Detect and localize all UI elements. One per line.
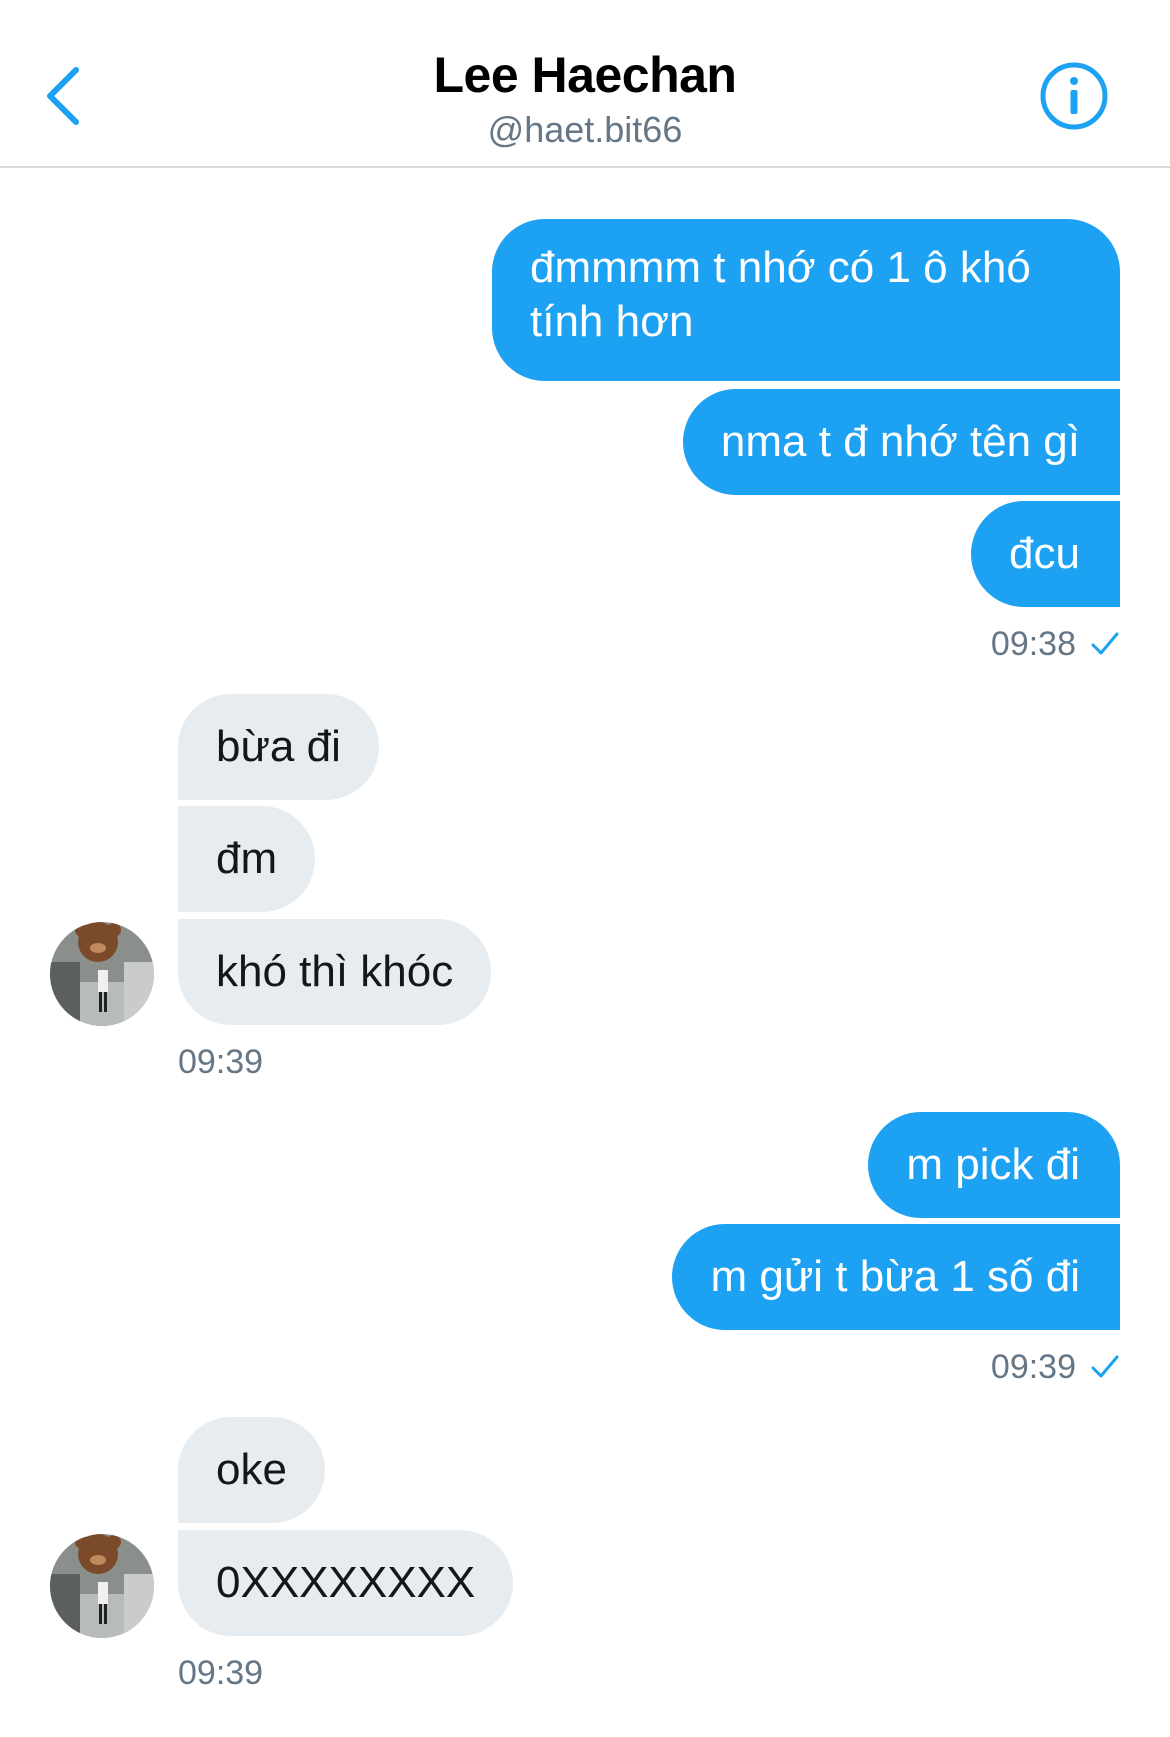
message-bubble-sent[interactable]: m pick đi — [868, 1112, 1120, 1218]
message-timestamp: 09:39 — [991, 1347, 1120, 1387]
avatar[interactable] — [50, 922, 154, 1026]
message-bubble-received[interactable]: 0XXXXXXXX — [178, 1530, 514, 1636]
info-button[interactable] — [1038, 60, 1110, 132]
timestamp-text: 09:38 — [990, 625, 1076, 663]
message-bubble-received[interactable]: oke — [178, 1417, 325, 1523]
avatar-image — [50, 1534, 154, 1638]
message-bubble-received[interactable]: khó thì khóc — [178, 919, 492, 1025]
timestamp-text: 09:39 — [990, 1348, 1076, 1386]
contact-name: Lee Haechan — [433, 47, 737, 103]
message-bubble-received[interactable]: bừa đi — [178, 694, 379, 800]
avatar[interactable] — [50, 1534, 154, 1638]
message-timestamp: 09:38 — [991, 624, 1120, 664]
message-timestamp: 09:39 — [178, 1043, 264, 1081]
message-timestamp: 09:39 — [178, 1654, 264, 1692]
message-bubble-received[interactable]: đm — [178, 806, 316, 912]
checkmark-icon — [1090, 1352, 1120, 1382]
contact-handle: @haet.bit66 — [487, 109, 683, 150]
info-icon — [1040, 62, 1108, 130]
avatar-image — [50, 922, 154, 1026]
message-bubble-sent[interactable]: đcu — [971, 501, 1120, 607]
message-bubble-sent[interactable]: m gửi t bừa 1 số đi — [672, 1224, 1120, 1330]
conversation-title-area[interactable]: Lee Haechan @haet.bit66 — [0, 44, 1170, 152]
message-bubble-sent[interactable]: đmmmm t nhớ có 1 ô khó tính hơn — [492, 219, 1120, 381]
checkmark-icon — [1090, 629, 1120, 659]
message-bubble-sent[interactable]: nma t đ nhớ tên gì — [682, 389, 1120, 495]
conversation-header: Lee Haechan @haet.bit66 — [0, 0, 1170, 168]
